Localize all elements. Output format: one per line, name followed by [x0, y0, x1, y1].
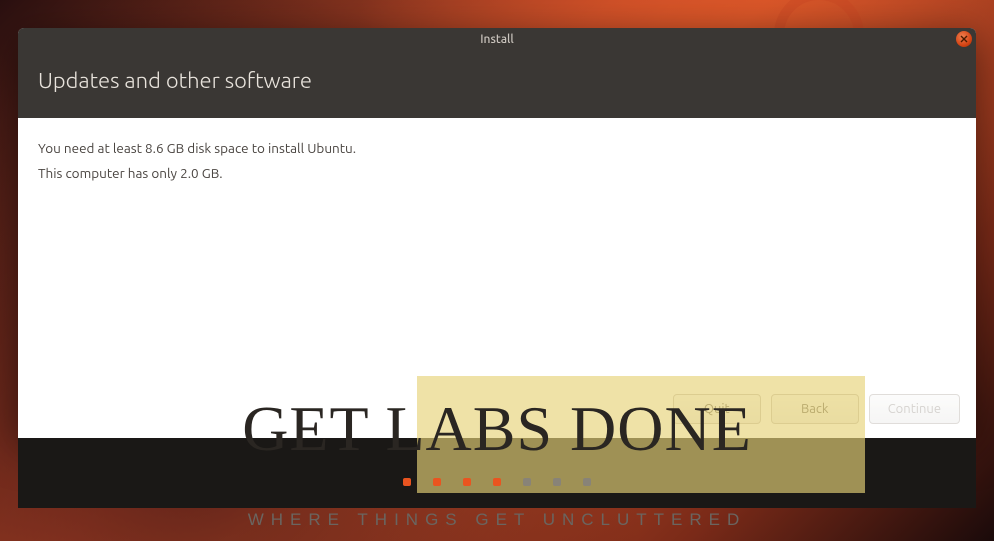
watermark-title: GET LABS DONE	[242, 392, 752, 466]
page-dot	[433, 478, 441, 486]
close-icon	[960, 35, 968, 43]
window-title: Install	[480, 33, 514, 46]
page-heading: Updates and other software	[38, 68, 312, 93]
window-titlebar: Install	[18, 28, 976, 50]
installer-header: Updates and other software	[18, 50, 976, 118]
page-dot	[463, 478, 471, 486]
watermark-subtitle: WHERE THINGS GET UNCLUTTERED	[248, 510, 747, 530]
page-dot	[583, 478, 591, 486]
disk-space-available-text: This computer has only 2.0 GB.	[38, 161, 956, 186]
page-indicator	[403, 478, 591, 486]
disk-space-required-text: You need at least 8.6 GB disk space to i…	[38, 136, 956, 161]
page-dot	[523, 478, 531, 486]
page-dot	[403, 478, 411, 486]
continue-button: Continue	[869, 394, 960, 424]
page-dot	[493, 478, 501, 486]
page-dot	[553, 478, 561, 486]
close-button[interactable]	[956, 31, 972, 47]
